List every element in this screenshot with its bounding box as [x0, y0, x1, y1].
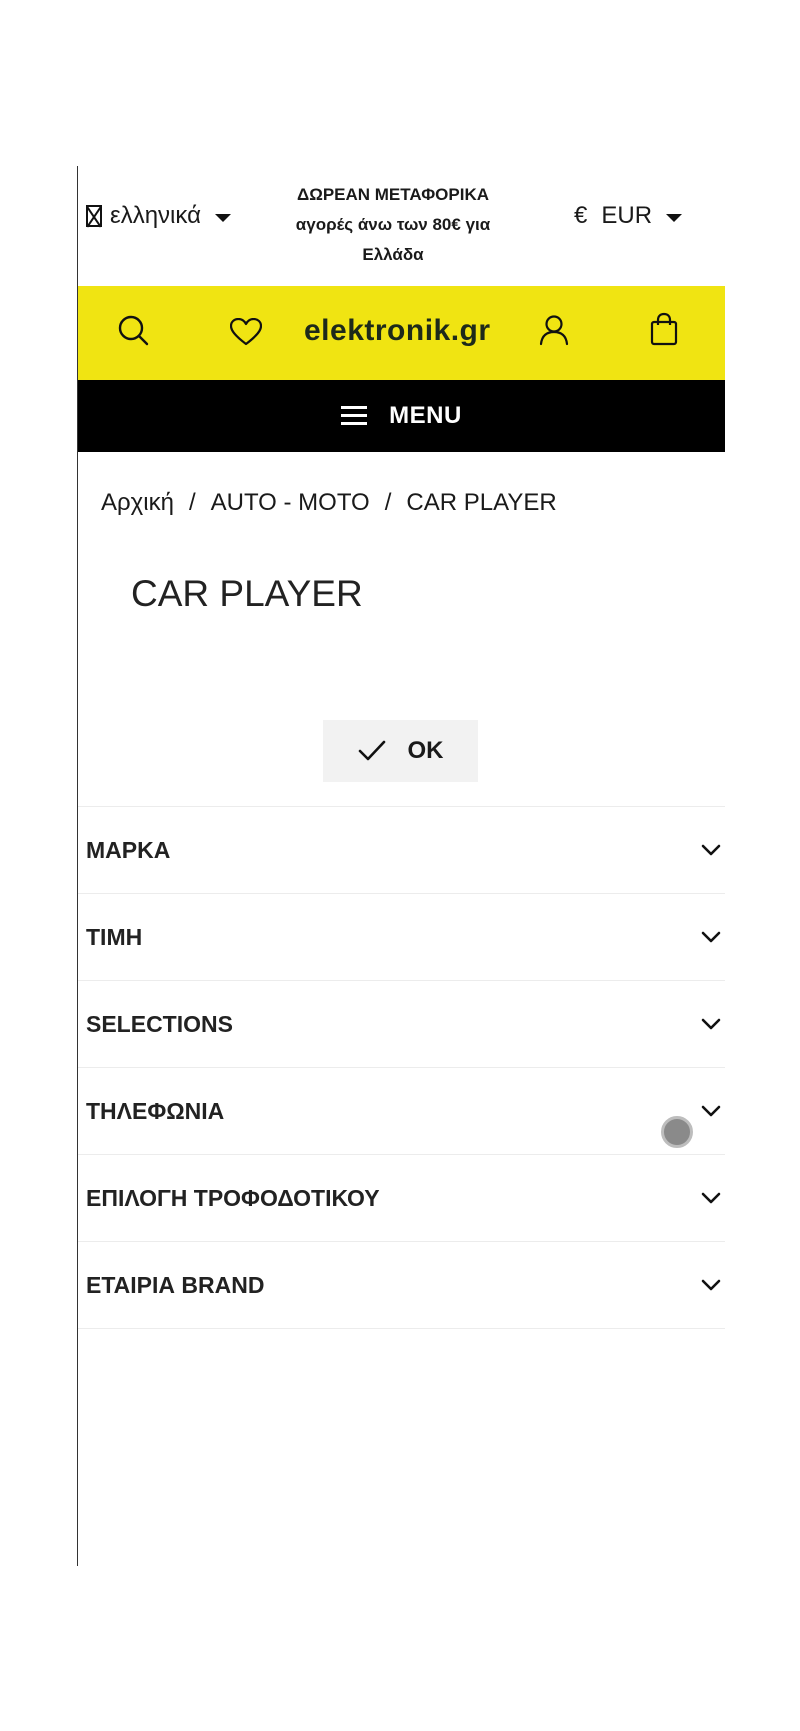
chevron-down-icon	[701, 1192, 721, 1204]
flag-icon	[86, 205, 102, 227]
touch-indicator	[661, 1116, 693, 1148]
filter-label: ΤΗΛΕΦΩΝΙΑ	[86, 1097, 225, 1124]
language-label: ελληνικά	[110, 202, 201, 229]
chevron-down-icon	[701, 1279, 721, 1291]
breadcrumb-auto-moto[interactable]: AUTO - MOTO	[211, 489, 370, 517]
breadcrumb: Αρχική / AUTO - MOTO / CAR PLAYER	[101, 489, 725, 517]
currency-selector[interactable]: € EUR	[574, 202, 683, 230]
filter-label: ΤΙΜΗ	[86, 923, 143, 950]
ok-label: OK	[407, 737, 444, 764]
chevron-down-icon	[701, 844, 721, 856]
currency-code: EUR	[601, 202, 653, 229]
caret-down-icon	[214, 214, 231, 222]
shipping-line-1: ΔΩΡΕΑΝ ΜΕΤΑΦΟΡΙΚΑ	[296, 185, 490, 204]
free-shipping-notice: ΔΩΡΕΑΝ ΜΕΤΑΦΟΡΙΚΑ αγορές άνω των 80€ για…	[283, 180, 503, 270]
top-bar: ελληνικά ΔΩΡΕΑΝ ΜΕΤΑΦΟΡΙΚΑ αγορές άνω τω…	[78, 166, 725, 286]
menu-bar[interactable]: MENU	[78, 380, 725, 452]
chevron-down-icon	[701, 931, 721, 943]
user-icon[interactable]	[539, 314, 569, 351]
filter-selections[interactable]: SELECTIONS	[78, 981, 725, 1068]
site-header: elektronik.gr	[78, 286, 725, 380]
ok-button[interactable]: OK	[323, 720, 478, 782]
check-icon	[358, 740, 385, 761]
currency-symbol: €	[574, 202, 588, 229]
breadcrumb-home[interactable]: Αρχική	[101, 489, 174, 517]
filter-company-brand[interactable]: ΕΤΑΙΡΙΑ BRAND	[78, 1242, 725, 1329]
menu-label: MENU	[389, 402, 462, 429]
filter-label: SELECTIONS	[86, 1010, 233, 1037]
filter-label: ΜΑΡΚΑ	[86, 836, 171, 863]
logo-text: elektronik.gr	[304, 314, 491, 347]
heart-icon[interactable]	[229, 317, 263, 351]
chevron-down-icon	[701, 1105, 721, 1117]
filter-list: ΜΑΡΚΑ ΤΙΜΗ SELECTIONS ΤΗΛΕΦΩΝΙΑ ΕΠΙΛΟΓΗ …	[78, 806, 725, 1329]
search-icon[interactable]	[117, 314, 151, 353]
breadcrumb-separator: /	[188, 489, 196, 516]
shipping-line-2: αγορές άνω των 80€ για	[295, 215, 491, 234]
breadcrumb-current: CAR PLAYER	[406, 489, 557, 516]
breadcrumb-separator: /	[384, 489, 392, 516]
filter-power-supply[interactable]: ΕΠΙΛΟΓΗ ΤΡΟΦΟΔΟΤΙΚΟΥ	[78, 1155, 725, 1242]
page-title: CAR PLAYER	[131, 573, 363, 614]
filter-brand[interactable]: ΜΑΡΚΑ	[78, 807, 725, 894]
shipping-line-3: Ελλάδα	[362, 245, 424, 264]
bag-icon[interactable]	[650, 312, 678, 351]
filter-telephony[interactable]: ΤΗΛΕΦΩΝΙΑ	[78, 1068, 725, 1155]
filter-price[interactable]: ΤΙΜΗ	[78, 894, 725, 981]
page-container: ελληνικά ΔΩΡΕΑΝ ΜΕΤΑΦΟΡΙΚΑ αγορές άνω τω…	[77, 166, 725, 1566]
hamburger-icon	[341, 406, 368, 426]
chevron-down-icon	[701, 1018, 721, 1030]
site-logo[interactable]: elektronik.gr	[304, 314, 491, 348]
filter-label: ΕΤΑΙΡΙΑ BRAND	[86, 1271, 265, 1298]
caret-down-icon	[666, 214, 683, 222]
filter-label: ΕΠΙΛΟΓΗ ΤΡΟΦΟΔΟΤΙΚΟΥ	[86, 1184, 380, 1211]
language-selector[interactable]: ελληνικά	[86, 202, 231, 230]
